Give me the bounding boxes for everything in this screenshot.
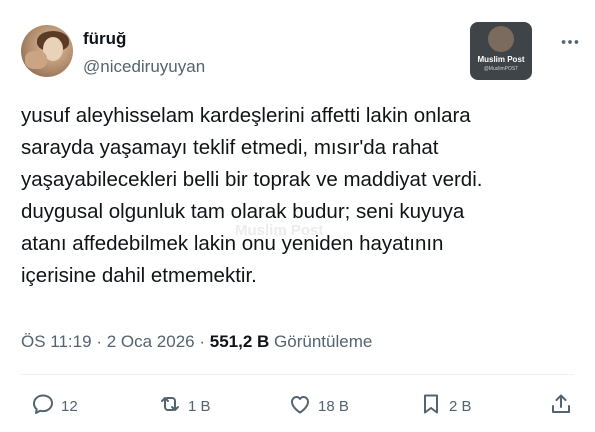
badge-logo-icon (488, 26, 514, 52)
heart-icon (288, 392, 312, 420)
badge-handle: @MuslimPOST (483, 66, 519, 72)
muslim-post-badge: Muslim Post @MuslimPOST (470, 22, 532, 80)
views-label: Görüntüleme (274, 332, 373, 351)
username[interactable]: @nicediruyuyan (83, 57, 205, 77)
repost-count: 1 B (188, 397, 211, 415)
tweet-header: füruğ @nicediruyuyan Muslim Post @Muslim… (21, 21, 581, 81)
share-button[interactable] (549, 390, 573, 422)
tweet-time[interactable]: ÖS 11:19 (21, 332, 92, 351)
badge-brand: Muslim Post (477, 55, 525, 64)
meta-separator: · (199, 332, 206, 351)
avatar-hand (25, 51, 47, 69)
tweet-date[interactable]: 2 Oca 2026 (107, 332, 195, 351)
meta-separator: · (96, 332, 102, 351)
more-icon[interactable] (559, 31, 581, 53)
tweet-meta: ÖS 11:19 · 2 Oca 2026 · 551,2 B Görüntül… (21, 332, 372, 352)
bookmark-icon (419, 392, 443, 420)
like-button[interactable]: 18 B (288, 390, 349, 422)
like-count: 18 B (318, 397, 349, 415)
share-icon (549, 392, 573, 420)
reply-count: 12 (61, 397, 78, 415)
action-bar: 12 1 B 18 B 2 B (21, 390, 581, 422)
watermark: Muslim Post (235, 222, 324, 239)
display-name[interactable]: füruğ (83, 29, 126, 49)
avatar[interactable] (21, 25, 73, 77)
repost-icon (158, 392, 182, 420)
tweet-text: yusuf aleyhisselam kardeşlerini affetti … (21, 104, 483, 287)
repost-button[interactable]: 1 B (158, 390, 211, 422)
bookmark-count: 2 B (449, 397, 472, 415)
reply-button[interactable]: 12 (31, 390, 78, 422)
views-count: 551,2 B (209, 332, 270, 351)
reply-icon (31, 392, 55, 420)
divider (21, 374, 574, 375)
bookmark-button[interactable]: 2 B (419, 390, 472, 422)
